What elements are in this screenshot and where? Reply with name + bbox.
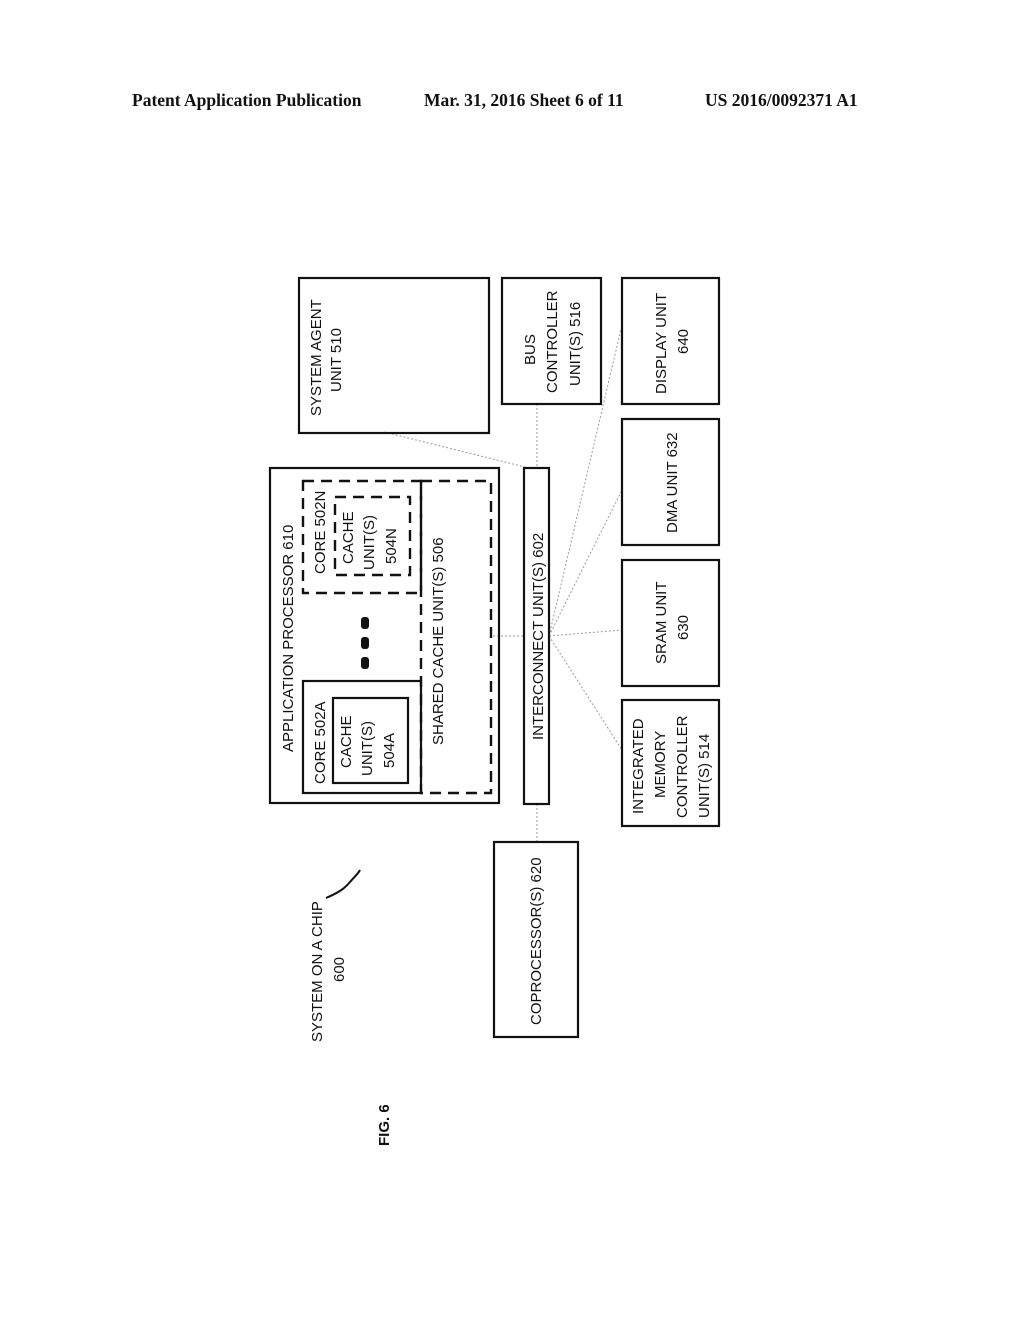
core-n-label: CORE 502N	[312, 491, 329, 574]
dma-unit: DMA UNIT 632	[620, 417, 721, 547]
figure-label: FIG. 6	[376, 1104, 393, 1146]
system-agent-label-2: UNIT 510	[328, 328, 345, 392]
sram-unit-label-2: 630	[675, 615, 692, 640]
bus-controller-label-3: UNIT(S) 516	[567, 302, 584, 386]
cache-n-label-1: CACHE	[340, 511, 357, 564]
dma-unit-label: DMA UNIT 632	[664, 432, 681, 533]
interconnect-label: INTERCONNECT UNIT(S) 602	[530, 533, 547, 740]
integrated-memory-controller: INTEGRATED MEMORY CONTROLLER UNIT(S) 514	[620, 698, 721, 828]
cache-n-label-3: 504N	[383, 528, 400, 564]
ellipsis-dots	[361, 617, 369, 669]
cache-a-label-3: 504A	[381, 733, 398, 768]
soc-reference: SYSTEM ON A CHIP 600	[309, 869, 361, 1042]
cache-a-label-2: UNIT(S)	[359, 721, 376, 776]
system-agent-unit: SYSTEM AGENT UNIT 510	[297, 276, 491, 435]
connector-system-agent	[383, 431, 526, 468]
imc-label-1: INTEGRATED	[630, 718, 647, 814]
connector-imc	[548, 635, 623, 751]
figure-6-diagram: SYSTEM AGENT UNIT 510 BUS CONTROLLER UNI…	[268, 276, 721, 1146]
display-unit: DISPLAY UNIT 640	[620, 276, 721, 406]
soc-label-1: SYSTEM ON A CHIP	[309, 901, 326, 1042]
application-processor: APPLICATION PROCESSOR 610 CORE 502A CACH…	[268, 466, 501, 805]
sram-unit-label-1: SRAM UNIT	[653, 582, 670, 665]
connector-sram-unit	[548, 629, 623, 637]
bus-controller-label-2: CONTROLLER	[544, 290, 561, 393]
bus-controller-unit: BUS CONTROLLER UNIT(S) 516	[500, 276, 603, 406]
reference-squiggle	[325, 869, 361, 899]
connector-dma-unit	[548, 489, 623, 637]
shared-cache-label: SHARED CACHE UNIT(S) 506	[430, 537, 447, 745]
system-agent-label-1: SYSTEM AGENT	[308, 299, 325, 416]
core-502a: CORE 502A CACHE UNIT(S) 504A	[301, 679, 423, 795]
soc-label-2: 600	[331, 957, 348, 982]
imc-label-3: CONTROLLER	[674, 715, 691, 818]
coprocessor-label: COPROCESSOR(S) 620	[528, 857, 545, 1025]
imc-label-4: UNIT(S) 514	[696, 734, 713, 818]
application-processor-label: APPLICATION PROCESSOR 610	[280, 525, 297, 752]
cache-a-label-1: CACHE	[338, 715, 355, 768]
imc-label-2: MEMORY	[652, 731, 669, 798]
coprocessor-unit: COPROCESSOR(S) 620	[492, 840, 580, 1039]
core-a-label: CORE 502A	[312, 701, 329, 784]
cache-n-label-2: UNIT(S)	[361, 515, 378, 570]
shared-cache-unit: SHARED CACHE UNIT(S) 506	[419, 479, 493, 795]
sram-unit: SRAM UNIT 630	[620, 558, 721, 688]
core-502n: CORE 502N CACHE UNIT(S) 504N	[301, 479, 423, 595]
bus-controller-label-1: BUS	[522, 334, 539, 365]
display-unit-label-1: DISPLAY UNIT	[653, 293, 670, 394]
display-unit-label-2: 640	[675, 329, 692, 354]
interconnect-unit: INTERCONNECT UNIT(S) 602	[522, 466, 551, 806]
